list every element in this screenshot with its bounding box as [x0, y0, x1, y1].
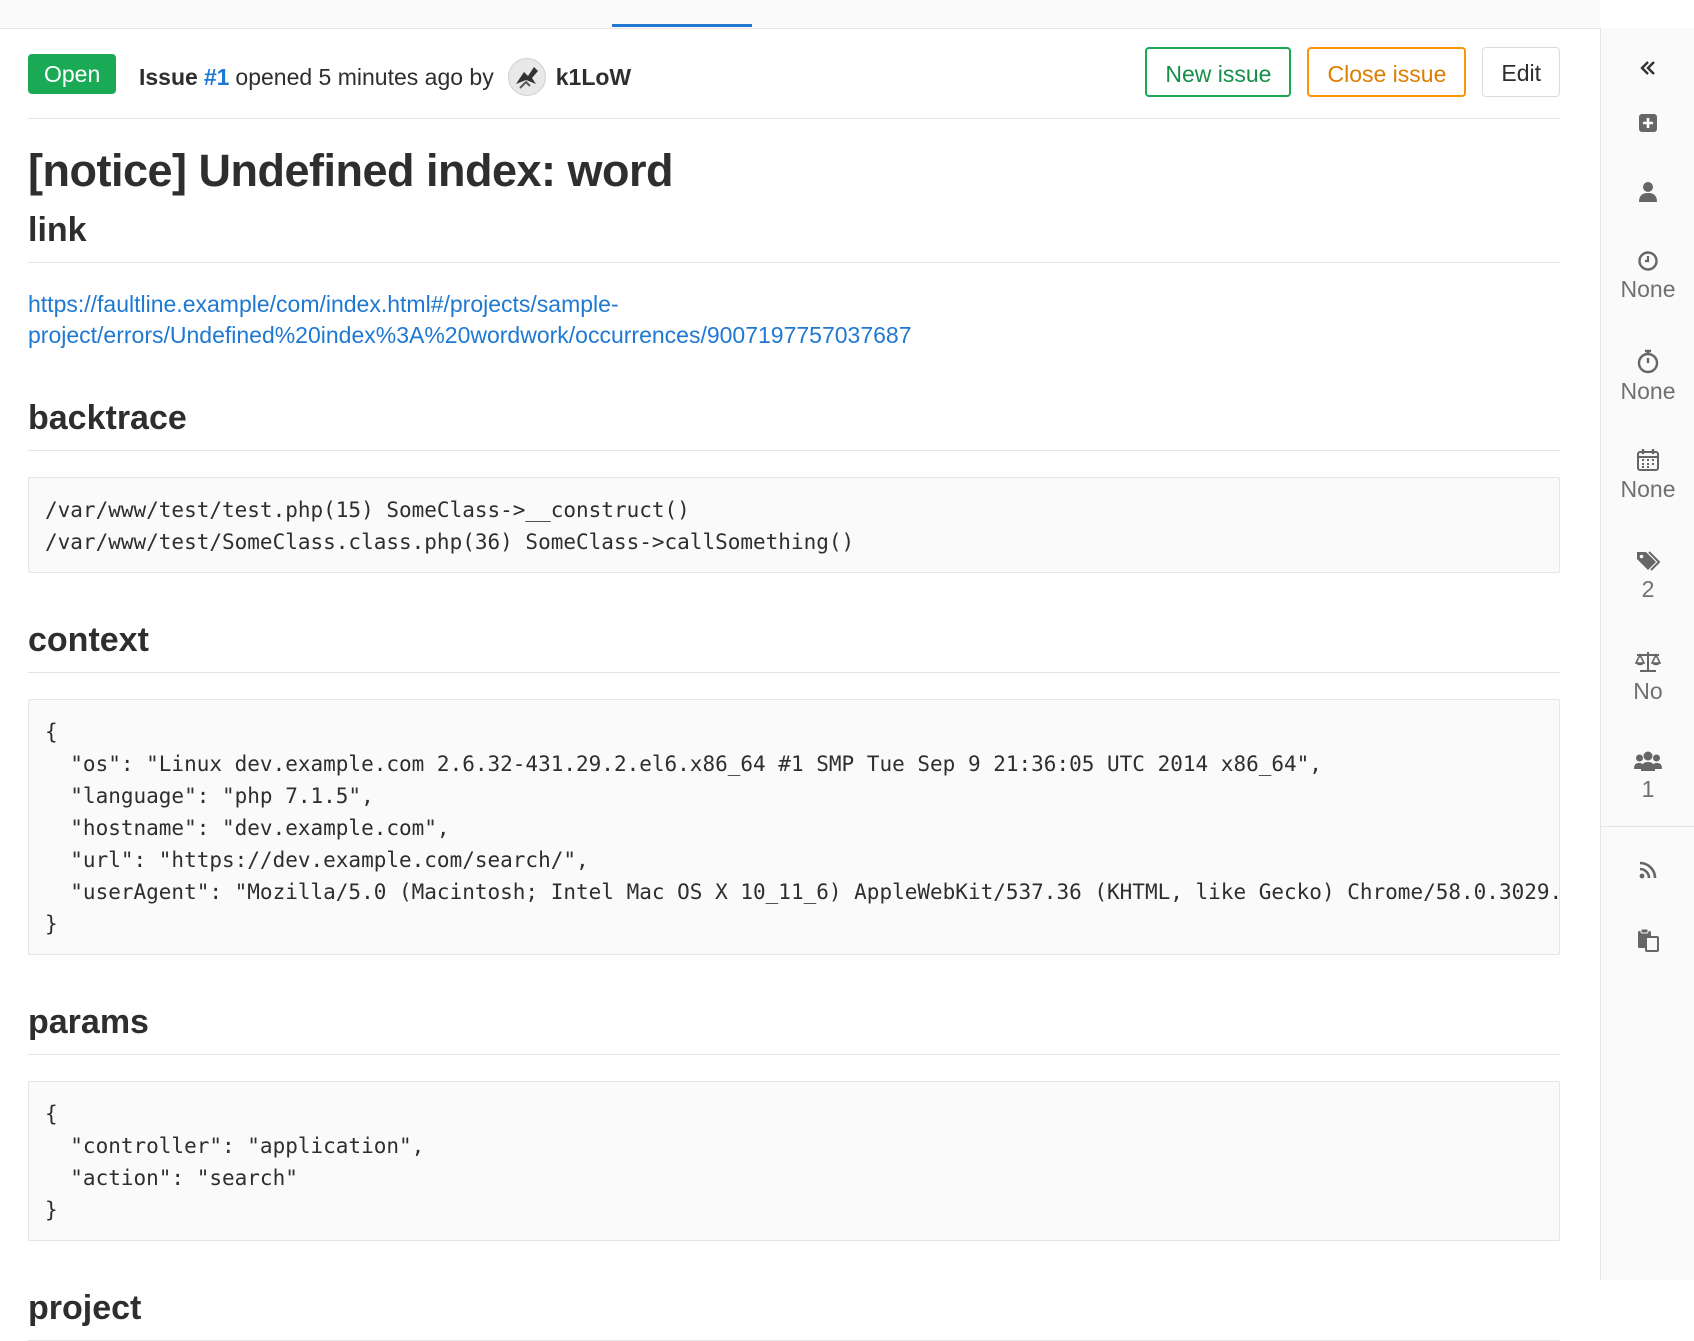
- issue-number: #1: [203, 63, 230, 90]
- author-link[interactable]: k1LoW: [556, 64, 631, 91]
- sidebar-item-todo[interactable]: [1601, 112, 1694, 134]
- sidebar-collapse-toggle[interactable]: [1601, 58, 1694, 78]
- labels-count: 2: [1641, 576, 1655, 602]
- sidebar-divider: [1601, 826, 1694, 827]
- tags-icon: [1637, 551, 1661, 571]
- sidebar-item-time-tracking[interactable]: None: [1601, 348, 1694, 405]
- status-badge: Open: [28, 54, 117, 94]
- calendar-icon: [1637, 449, 1659, 471]
- double-chevron-left-icon: [1640, 61, 1655, 75]
- issue-opened-text: opened 5 minutes ago by: [235, 63, 494, 90]
- sidebar-item-participants[interactable]: 1: [1601, 750, 1694, 803]
- project-heading: project: [28, 1289, 1560, 1341]
- participants-count: 1: [1641, 776, 1655, 802]
- backtrace-code: /var/www/test/test.php(15) SomeClass->__…: [28, 477, 1560, 573]
- context-heading: context: [28, 621, 1560, 673]
- context-code: { "os": "Linux dev.example.com 2.6.32-43…: [28, 699, 1560, 955]
- link-heading: link: [28, 211, 1560, 263]
- backtrace-heading: backtrace: [28, 399, 1560, 451]
- issue-actions: New issue Close issue Edit: [1145, 47, 1560, 97]
- issue-title: [notice] Undefined index: word: [28, 145, 674, 196]
- params-code: { "controller": "application", "action":…: [28, 1081, 1560, 1241]
- right-sidebar: None None None 2 No 1: [1600, 28, 1694, 1280]
- issue-main: Open Issue #1 opened 5 minutes ago by k1…: [28, 28, 1560, 1341]
- time-tracking-value: None: [1620, 378, 1676, 404]
- link-block: https://faultline.example/com/index.html…: [28, 289, 1560, 351]
- params-heading: params: [28, 1003, 1560, 1055]
- plus-square-icon: [1639, 114, 1657, 132]
- active-tab-indicator: [612, 24, 752, 27]
- rss-icon: [1639, 861, 1657, 879]
- avatar[interactable]: [507, 58, 546, 96]
- issue-label: Issue: [139, 63, 198, 90]
- avatar-image-icon: [515, 67, 538, 89]
- issue-meta: Issue #1 opened 5 minutes ago by k1LoW: [139, 58, 631, 96]
- user-icon: [1639, 182, 1657, 202]
- clipboard-copy-icon: [1638, 928, 1659, 952]
- users-icon: [1634, 751, 1662, 771]
- sidebar-item-lock[interactable]: No: [1601, 650, 1694, 705]
- issue-header: Open Issue #1 opened 5 minutes ago by k1…: [28, 28, 1560, 119]
- edit-button[interactable]: Edit: [1482, 47, 1560, 97]
- sidebar-item-milestone[interactable]: None: [1601, 250, 1694, 303]
- occurrence-link-line-2[interactable]: project/errors/Undefined%20index%3A%20wo…: [28, 320, 1560, 351]
- milestone-value: None: [1620, 276, 1676, 302]
- clock-icon: [1638, 251, 1658, 271]
- top-nav-bar: [0, 0, 1600, 29]
- sidebar-item-copy-reference[interactable]: [1601, 928, 1694, 952]
- sidebar-item-assignee[interactable]: [1601, 180, 1694, 204]
- stopwatch-icon: [1637, 349, 1659, 374]
- new-issue-button[interactable]: New issue: [1145, 47, 1292, 97]
- sidebar-item-rss[interactable]: [1601, 860, 1694, 880]
- sidebar-item-due-date[interactable]: None: [1601, 448, 1694, 503]
- close-issue-button[interactable]: Close issue: [1307, 47, 1467, 97]
- balance-scale-icon: [1634, 652, 1662, 672]
- occurrence-link-line-1[interactable]: https://faultline.example/com/index.html…: [28, 289, 1560, 320]
- lock-value: No: [1633, 678, 1663, 704]
- sidebar-item-labels[interactable]: 2: [1601, 550, 1694, 603]
- due-date-value: None: [1620, 476, 1676, 502]
